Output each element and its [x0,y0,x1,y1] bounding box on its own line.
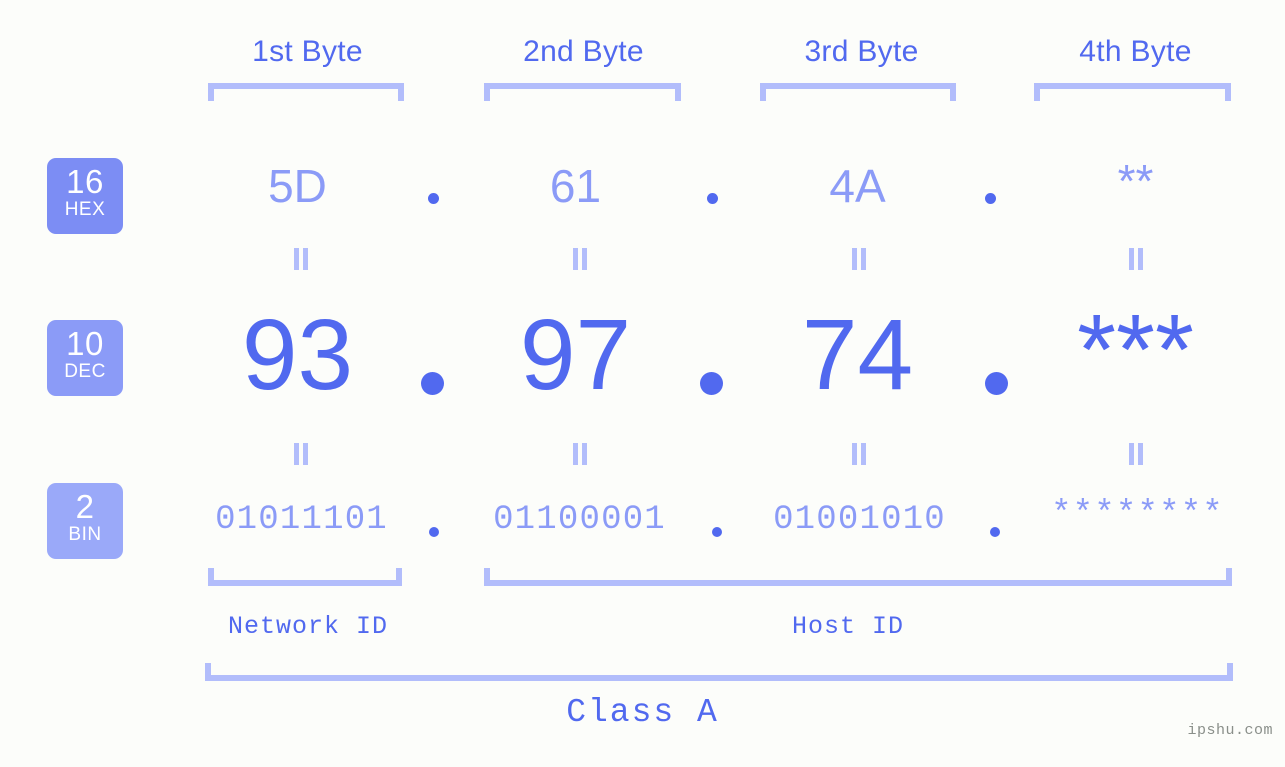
byte-bracket-1 [208,83,404,101]
base-badge-dec[interactable]: 10 DEC [47,320,123,396]
dec-separator-3 [985,372,1008,395]
base-badge-bin-number: 2 [75,488,95,525]
bin-separator-1 [429,527,439,537]
bin-separator-3 [990,527,1000,537]
dec-byte-1: 93 [241,299,354,411]
watermark: ipshu.com [1187,722,1273,739]
base-badge-hex-number: 16 [66,163,104,200]
byte-header-3: 3rd Byte [804,35,919,68]
byte-bracket-2 [484,83,681,101]
equals-icon-hex-dec-1 [293,248,309,270]
network-id-bracket [208,568,402,586]
equals-icon-hex-dec-3 [851,248,867,270]
hex-byte-2: 61 [549,160,602,212]
hex-byte-4: ** [1117,155,1154,207]
equals-icon-dec-bin-3 [851,443,867,465]
byte-header-2: 2nd Byte [523,35,644,68]
host-id-bracket [484,568,1232,586]
dec-separator-1 [421,372,444,395]
base-badge-dec-number: 10 [66,325,104,362]
dec-separator-2 [700,372,723,395]
byte-header-4: 4th Byte [1079,35,1192,68]
host-id-label: Host ID [791,612,905,641]
equals-icon-hex-dec-2 [572,248,588,270]
bin-byte-4: ******** [1051,496,1224,534]
bin-byte-3: 01001010 [773,501,946,539]
bin-byte-1: 01011101 [215,501,388,539]
base-badge-hex-label: HEX [64,199,106,220]
network-id-label: Network ID [227,612,389,641]
hex-byte-3: 4A [829,160,886,212]
byte-bracket-4 [1034,83,1231,101]
base-badge-bin[interactable]: 2 BIN [47,483,123,559]
equals-icon-hex-dec-4 [1128,248,1144,270]
byte-bracket-3 [760,83,956,101]
dec-byte-3: 74 [801,299,914,411]
class-bracket [205,663,1233,681]
bin-separator-2 [712,527,722,537]
byte-header-1: 1st Byte [252,35,363,68]
hex-separator-2 [707,193,718,204]
hex-separator-3 [985,193,996,204]
dec-byte-4: *** [1077,294,1194,406]
dec-byte-2: 97 [519,299,632,411]
equals-icon-dec-bin-2 [572,443,588,465]
equals-icon-dec-bin-4 [1128,443,1144,465]
hex-separator-1 [428,193,439,204]
base-badge-dec-label: DEC [64,361,106,382]
base-badge-bin-label: BIN [68,524,102,545]
ip-address-breakdown-diagram: 1st Byte 2nd Byte 3rd Byte 4th Byte 16 H… [0,0,1285,767]
class-label: Class A [566,694,719,731]
bin-byte-2: 01100001 [493,501,666,539]
base-badge-hex[interactable]: 16 HEX [47,158,123,234]
hex-byte-1: 5D [268,160,327,212]
equals-icon-dec-bin-1 [293,443,309,465]
